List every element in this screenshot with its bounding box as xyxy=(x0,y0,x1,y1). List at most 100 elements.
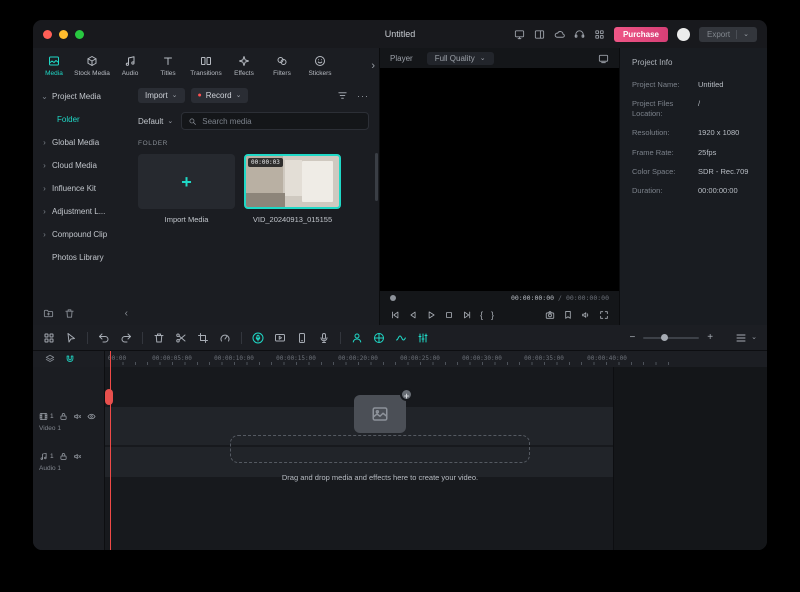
play-icon[interactable] xyxy=(426,310,436,320)
expand-chevron-icon[interactable]: › xyxy=(41,207,48,216)
zoom-slider-handle[interactable] xyxy=(661,333,669,341)
volume-icon[interactable] xyxy=(581,310,591,320)
sidebar-item-cloud-media[interactable]: › Cloud Media xyxy=(33,154,130,177)
track-layout-icon[interactable] xyxy=(43,332,55,344)
undo-icon[interactable] xyxy=(98,332,110,344)
sidebar-item-adjustment-layer[interactable]: › Adjustment L... xyxy=(33,200,130,223)
drop-target-outline[interactable] xyxy=(230,435,530,463)
mark-out-icon[interactable]: } xyxy=(491,310,494,320)
track-options-button[interactable]: ⌄ xyxy=(735,332,757,344)
zoom-slider[interactable] xyxy=(643,333,700,341)
player-viewport[interactable] xyxy=(380,68,619,291)
step-back-icon[interactable] xyxy=(408,310,418,320)
sidebar-item-compound-clip[interactable]: › Compound Clip xyxy=(33,223,130,246)
screen-record-icon[interactable] xyxy=(274,332,286,344)
sidebar-item-influence-kit[interactable]: › Influence Kit xyxy=(33,177,130,200)
new-folder-icon[interactable] xyxy=(43,308,54,319)
sidebar-item-photos-library[interactable]: Photos Library xyxy=(33,246,130,269)
cloud-icon[interactable] xyxy=(554,29,565,40)
tab-titles[interactable]: Titles xyxy=(149,55,187,77)
playhead-line[interactable] xyxy=(110,351,111,550)
snapshot-icon[interactable] xyxy=(545,310,555,320)
step-forward-icon[interactable] xyxy=(462,310,472,320)
sidebar-item-folder[interactable]: Folder xyxy=(33,108,130,131)
apps-grid-icon[interactable] xyxy=(594,29,605,40)
mute-icon[interactable] xyxy=(73,452,82,461)
tab-audio[interactable]: Audio xyxy=(111,55,149,77)
tab-transitions[interactable]: Transitions xyxy=(187,55,225,77)
playhead-handle[interactable] xyxy=(105,389,113,405)
skip-start-icon[interactable] xyxy=(390,310,400,320)
record-button[interactable]: ● Record ⌄ xyxy=(190,88,249,103)
audio-track-header[interactable]: 1 Audio 1 xyxy=(33,447,104,477)
export-button[interactable]: Export ⌄ xyxy=(699,26,757,42)
lock-icon[interactable] xyxy=(59,452,68,461)
delete-folder-icon[interactable] xyxy=(64,308,75,319)
purchase-button[interactable]: Purchase xyxy=(613,26,668,42)
import-media-dropzone[interactable]: + xyxy=(138,154,235,209)
voiceover-record-icon[interactable] xyxy=(252,332,264,344)
tab-filters[interactable]: Filters xyxy=(263,55,301,77)
minimize-button[interactable] xyxy=(59,29,68,39)
sort-order-dropdown[interactable]: Default ⌄ xyxy=(138,117,173,126)
video-track-header[interactable]: 1 Video 1 xyxy=(33,407,104,445)
marker-icon[interactable] xyxy=(563,310,573,320)
tab-stickers[interactable]: Stickers xyxy=(301,55,339,77)
account-avatar[interactable] xyxy=(677,27,690,41)
more-options-icon[interactable]: ··· xyxy=(357,91,369,101)
speed-icon[interactable] xyxy=(219,332,231,344)
adjustment-icon[interactable] xyxy=(373,332,385,344)
zoom-out-icon[interactable]: − xyxy=(629,332,635,343)
import-media-tile[interactable]: + Import Media xyxy=(138,154,235,224)
media-item-video[interactable]: 00:00:03 VID_20240913_015155 xyxy=(244,154,341,224)
manage-tracks-icon[interactable] xyxy=(45,354,55,364)
import-button[interactable]: Import ⌄ xyxy=(138,88,185,103)
search-input[interactable] xyxy=(202,116,362,126)
fit-screen-icon[interactable] xyxy=(598,53,609,64)
stop-icon[interactable] xyxy=(444,310,454,320)
sidebar-item-global-media[interactable]: › Global Media xyxy=(33,131,130,154)
fullscreen-icon[interactable] xyxy=(599,310,609,320)
crop-icon[interactable] xyxy=(197,332,209,344)
delete-icon[interactable] xyxy=(153,332,165,344)
snap-magnet-icon[interactable] xyxy=(65,354,75,364)
close-button[interactable] xyxy=(43,29,52,39)
layout-panels-icon[interactable] xyxy=(534,29,545,40)
maximize-button[interactable] xyxy=(75,29,84,39)
split-scissors-icon[interactable] xyxy=(175,332,187,344)
tabs-scroll-chevron-icon[interactable]: › xyxy=(371,60,375,72)
quality-dropdown[interactable]: Full Quality ⌄ xyxy=(426,51,494,65)
expand-chevron-icon[interactable]: › xyxy=(41,230,48,239)
chroma-key-icon[interactable] xyxy=(351,332,363,344)
tab-stock-media[interactable]: Stock Media xyxy=(73,55,111,77)
seek-handle[interactable] xyxy=(390,294,396,301)
expand-chevron-icon[interactable]: › xyxy=(41,138,48,147)
sort-filter-icon[interactable] xyxy=(337,90,348,101)
collapse-sidebar-icon[interactable]: ‹ xyxy=(125,308,128,319)
timeline-dropzone[interactable]: + Drag and drop media and effects here t… xyxy=(230,388,530,482)
phone-mirror-icon[interactable] xyxy=(296,332,308,344)
video-thumbnail[interactable]: 00:00:03 xyxy=(244,154,341,209)
lock-icon[interactable] xyxy=(59,412,68,421)
select-pointer-icon[interactable] xyxy=(65,332,77,344)
mark-in-icon[interactable]: { xyxy=(480,310,483,320)
support-headset-icon[interactable] xyxy=(574,29,585,40)
timeline-tracks[interactable]: 1 Video 1 1 Audio 1 + Drag and drop medi… xyxy=(33,367,767,550)
tab-effects[interactable]: Effects xyxy=(225,55,263,77)
expand-chevron-icon[interactable]: › xyxy=(41,184,48,193)
scrollbar[interactable] xyxy=(375,153,378,201)
mute-icon[interactable] xyxy=(73,412,82,421)
tab-media[interactable]: Media xyxy=(35,55,73,77)
expand-chevron-icon[interactable]: ⌄ xyxy=(41,92,48,101)
redo-icon[interactable] xyxy=(120,332,132,344)
zoom-in-icon[interactable]: + xyxy=(707,332,713,343)
speed-ramp-icon[interactable] xyxy=(395,332,407,344)
audio-mixer-icon[interactable] xyxy=(417,332,429,344)
hide-track-eye-icon[interactable] xyxy=(87,412,96,421)
expand-chevron-icon[interactable]: › xyxy=(41,161,48,170)
display-icon[interactable] xyxy=(514,29,525,40)
sidebar-item-project-media[interactable]: ⌄ Project Media xyxy=(33,85,130,108)
mic-icon[interactable] xyxy=(318,332,330,344)
timeline-ruler[interactable]: 00:00 00:00:05:00 00:00:10:00 00:00:15:0… xyxy=(105,351,767,367)
export-caret-icon[interactable]: ⌄ xyxy=(743,31,749,38)
